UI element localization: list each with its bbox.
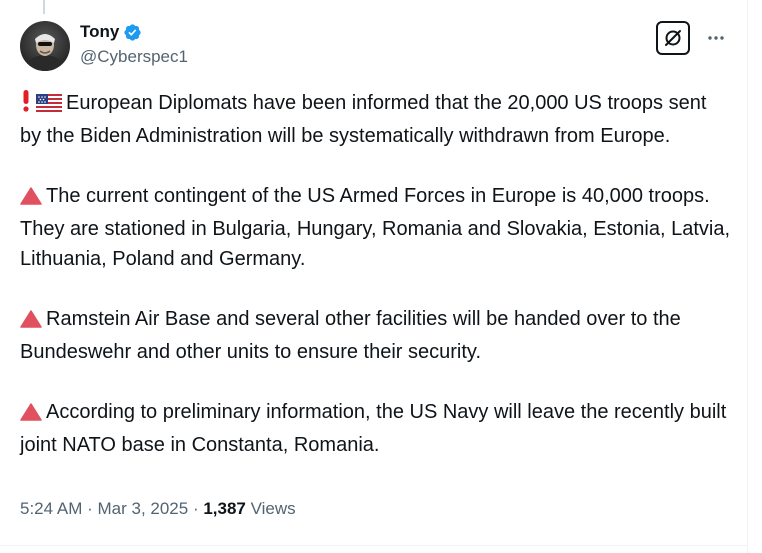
more-options-button[interactable] [704,26,728,50]
tweet-paragraph: According to preliminary information, th… [20,397,732,460]
views-count: 1,387 [203,499,246,518]
views-label: Views [250,499,296,518]
tweet-time[interactable]: 5:24 AM [20,499,82,518]
tweet-paragraph-text: Ramstein Air Base and several other faci… [20,308,681,363]
author-display-name[interactable]: Tony [80,22,119,42]
column-border [747,0,748,553]
tweet-paragraph: Ramstein Air Base and several other faci… [20,304,732,367]
meta-separator: · [188,499,204,518]
flag-us-icon [36,91,62,121]
meta-separator: · [82,499,98,518]
tweet-date[interactable]: Mar 3, 2025 [97,499,188,518]
thread-connector-line [43,0,45,14]
divider [0,545,747,546]
avatar-person-icon [20,21,70,71]
tweet-meta: 5:24 AM · Mar 3, 2025 · 1,387 Views [20,499,296,519]
red-triangle-icon [20,184,42,214]
tweet-paragraph: European Diplomats have been informed th… [20,88,732,151]
grok-button[interactable] [656,21,690,55]
tweet-paragraph-text: European Diplomats have been informed th… [20,92,707,147]
author-name-row: Tony [80,22,142,42]
tweet-text: European Diplomats have been informed th… [20,88,732,460]
tweet-paragraph-text: The current contingent of the US Armed F… [20,185,731,270]
red-triangle-icon [20,307,42,337]
tweet-paragraph: The current contingent of the US Armed F… [20,181,732,274]
tweet-detail: Tony @Cyberspec1 European Diplomats have… [0,0,762,553]
author-handle[interactable]: @Cyberspec1 [80,47,188,67]
verified-badge-icon[interactable] [123,23,142,42]
grok-slash-circle-icon [665,30,681,46]
more-horizontal-icon [708,36,724,40]
red-triangle-icon [20,400,42,430]
avatar[interactable] [20,21,70,71]
tweet-paragraph-text: According to preliminary information, th… [20,401,727,456]
exclamation-icon [20,90,32,121]
